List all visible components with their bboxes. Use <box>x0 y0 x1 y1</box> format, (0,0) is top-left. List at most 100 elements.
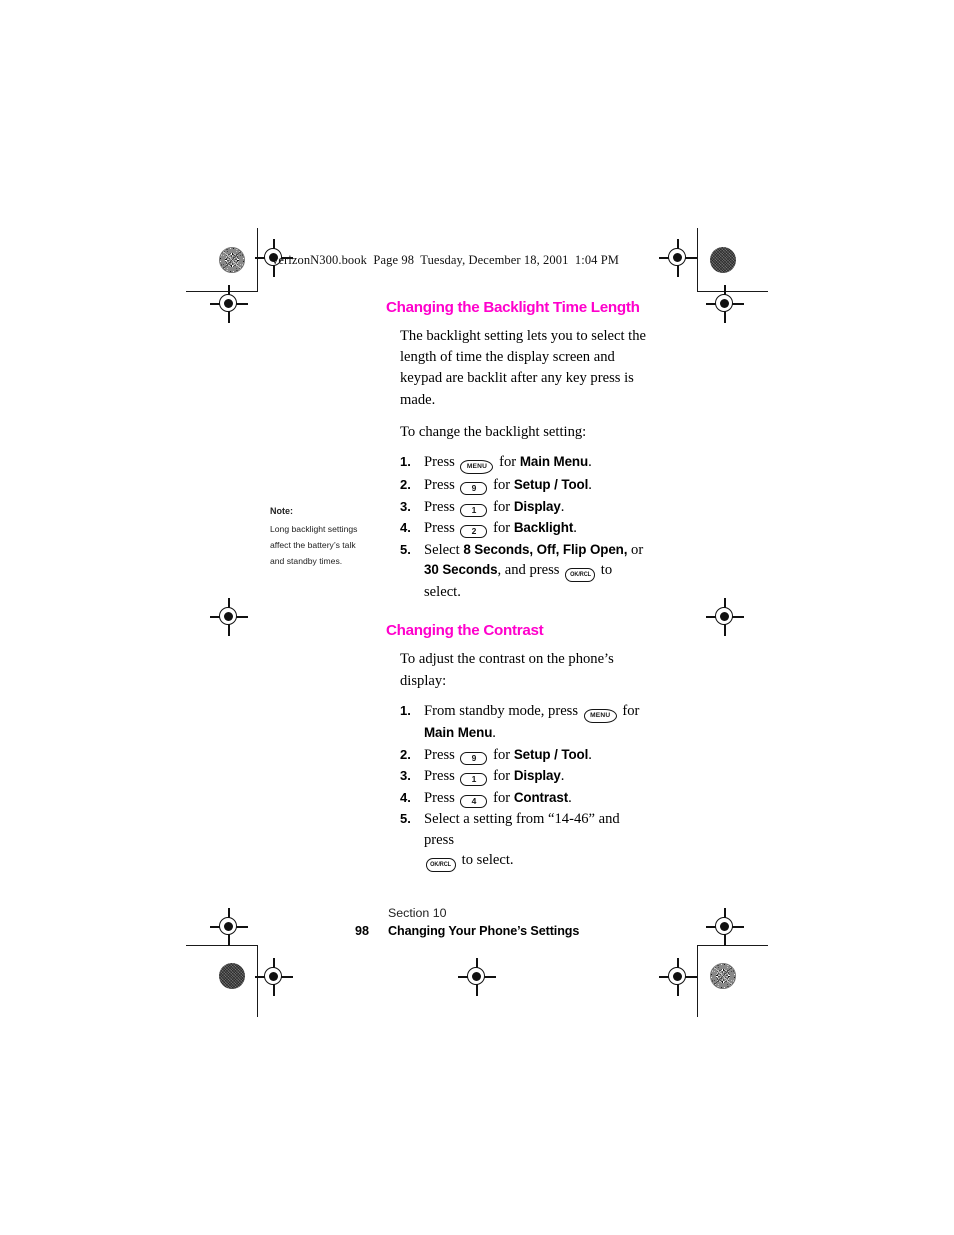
digit-1-key-icon: 1 <box>460 503 488 517</box>
registration-mark-bottom-left-inner <box>255 958 293 996</box>
halftone-star-patch-bottom-right <box>710 963 736 989</box>
step-number: 1. <box>400 703 411 719</box>
step-period: . <box>588 454 592 471</box>
registration-mark-mid-left <box>210 598 248 636</box>
page-title: Changing the Backlight Time Length <box>386 299 640 316</box>
list-item: 3. Press 1 for Display. <box>386 497 648 518</box>
step-bold-label: Backlight <box>513 520 574 536</box>
step-text-mid: for <box>499 454 517 471</box>
footer-chapter-title: Changing Your Phone’s Settings <box>388 924 580 938</box>
step-text-or: or <box>631 541 644 558</box>
menu-key-icon: MENU <box>583 709 617 724</box>
step-bold-label: Setup / Tool <box>513 746 589 762</box>
step-number: 2. <box>400 477 411 493</box>
step-text: Press <box>424 477 455 494</box>
margin-note-label: Note: <box>270 506 293 516</box>
list-item: 2. Press 9 for Setup / Tool. <box>386 475 648 496</box>
digit-9-key-icon: 9 <box>460 482 488 496</box>
halftone-star-patch-top-left <box>219 247 245 273</box>
step-number: 1. <box>400 454 411 470</box>
step-text-tail: to select. <box>461 852 514 869</box>
registration-mark-bottom-right-outer <box>706 908 744 946</box>
file-header-line: verizonN300.book Page 98 Tuesday, Decemb… <box>272 253 620 267</box>
menu-key-icon: MENU <box>460 460 494 475</box>
step-number: 4. <box>400 789 411 805</box>
intro-paragraph: The backlight setting lets you to select… <box>400 327 647 408</box>
ok-key-label: OK/RCL <box>430 861 452 869</box>
backlight-steps-list: 1. Press MENU for Main Menu. 2. Press 9 … <box>386 452 648 603</box>
step-text: Press <box>424 498 455 515</box>
step-text: Select a setting from “14-46” and press <box>424 811 620 848</box>
registration-mark-bottom-center <box>458 958 496 996</box>
step-text-mid: for <box>493 498 511 515</box>
intro-lead-in: To change the backlight setting: <box>400 423 587 440</box>
digit-9-key-icon: 9 <box>460 751 488 765</box>
step-text: Press <box>424 454 455 471</box>
step-period: . <box>492 725 496 742</box>
step-bold-label: Main Menu <box>519 454 589 470</box>
list-item: 4. Press 4 for Contrast. <box>386 788 648 809</box>
step-period: . <box>560 498 565 515</box>
list-item: 5. Select 8 Seconds, Off, Flip Open, or … <box>386 540 648 603</box>
step-text: Press <box>424 520 455 537</box>
step-number: 5. <box>400 541 411 557</box>
step-bold-label: Display <box>513 498 561 514</box>
registration-mark-top-right-outer <box>706 285 744 323</box>
step-bold-label: Display <box>513 768 561 784</box>
step-bold-options: 8 Seconds, Off, Flip Open, <box>463 541 628 557</box>
step-bold-label: Main Menu <box>424 725 493 741</box>
step-bold-label: Setup / Tool <box>513 477 589 493</box>
footer-section-label: Section 10 <box>388 906 447 920</box>
step-text-mid: for <box>493 746 511 763</box>
halftone-solid-patch-bottom-left <box>219 963 245 989</box>
step-text-mid: for <box>493 520 511 537</box>
step-number: 3. <box>400 768 411 784</box>
step-period: . <box>573 520 577 537</box>
step-text: Press <box>424 789 455 806</box>
margin-note-text: Long backlight settings affect the batte… <box>270 524 358 566</box>
step-number: 5. <box>400 811 411 827</box>
ok-key-icon: OK/RCL <box>426 858 456 873</box>
registration-mark-bottom-right-inner <box>659 958 697 996</box>
registration-mark-mid-right <box>706 598 744 636</box>
ok-key-label: OK/RCL <box>569 571 591 579</box>
page-content: Changing the Backlight Time Length The b… <box>386 299 648 873</box>
step-text-after: , and press <box>497 562 560 579</box>
step-number: 2. <box>400 746 411 762</box>
contrast-steps-list: 1. From standby mode, press MENU for Mai… <box>386 701 648 873</box>
crop-line-right-top <box>697 228 698 292</box>
list-item: 2. Press 9 for Setup / Tool. <box>386 745 648 766</box>
contrast-intro-paragraph: To adjust the contrast on the phone’s di… <box>400 651 614 689</box>
step-text-mid: for <box>493 477 511 494</box>
crop-line-right-bottom <box>697 945 698 1017</box>
registration-mark-top-left-outer <box>210 285 248 323</box>
registration-mark-top-right-inner <box>659 239 697 277</box>
list-item: 5. Select a setting from “14-46” and pre… <box>386 809 648 873</box>
step-bold-label: Contrast <box>513 789 569 805</box>
step-text-mid: for <box>493 789 511 806</box>
digit-1-key-icon: 1 <box>460 773 488 787</box>
step-text-mid: for <box>493 768 511 785</box>
step-period: . <box>588 746 592 763</box>
step-period: . <box>560 768 565 785</box>
digit-4-key-icon: 4 <box>460 794 488 808</box>
page-footer: Section 10 98 Changing Your Phone’s Sett… <box>355 905 655 940</box>
step-number: 3. <box>400 498 411 514</box>
step-bold-options-2: 30 Seconds <box>424 562 498 578</box>
step-text: From standby mode, press <box>424 703 579 720</box>
registration-mark-bottom-left-outer <box>210 908 248 946</box>
list-item: 3. Press 1 for Display. <box>386 766 648 787</box>
contrast-section-heading: Changing the Contrast <box>386 621 544 639</box>
margin-note: Note: Long backlight settings affect the… <box>270 503 368 569</box>
list-item: 4. Press 2 for Backlight. <box>386 518 648 539</box>
page-number: 98 <box>355 924 370 938</box>
step-number: 4. <box>400 520 411 536</box>
digit-2-key-icon: 2 <box>460 525 488 539</box>
step-text: Press <box>424 746 455 763</box>
step-period: . <box>588 477 592 494</box>
list-item: 1. Press MENU for Main Menu. <box>386 452 648 475</box>
halftone-solid-patch-top-right <box>710 247 736 273</box>
step-text: Press <box>424 768 455 785</box>
step-period: . <box>568 789 572 806</box>
step-text: Select <box>424 541 460 558</box>
